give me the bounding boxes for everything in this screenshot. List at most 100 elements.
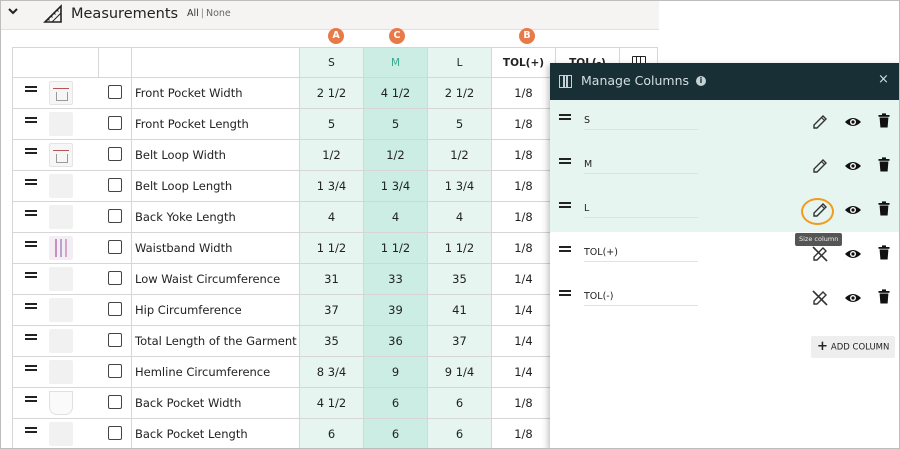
value-m[interactable]: 33 bbox=[363, 263, 428, 295]
column-name-field[interactable]: TOL(-) bbox=[584, 288, 698, 306]
value-tol-plus[interactable]: 1/8 bbox=[491, 170, 556, 202]
value-tol-plus[interactable]: 1/4 bbox=[491, 356, 556, 388]
drag-handle-icon[interactable] bbox=[559, 202, 571, 204]
header-l[interactable]: L bbox=[427, 47, 492, 78]
value-m[interactable]: 1 3/4 bbox=[363, 170, 428, 202]
value-tol-plus[interactable]: 1/8 bbox=[491, 77, 556, 109]
value-l[interactable]: 5 bbox=[427, 108, 492, 140]
value-s[interactable]: 1 3/4 bbox=[299, 170, 364, 202]
drag-handle-icon[interactable] bbox=[25, 365, 37, 367]
size-column-off-icon[interactable] bbox=[810, 288, 830, 308]
row-checkbox[interactable] bbox=[107, 84, 122, 99]
drag-handle-icon[interactable] bbox=[25, 179, 37, 181]
value-m[interactable]: 4 1/2 bbox=[363, 77, 428, 109]
drag-handle-icon[interactable] bbox=[25, 117, 37, 119]
value-s[interactable]: 5 bbox=[299, 108, 364, 140]
value-l[interactable]: 1/2 bbox=[427, 139, 492, 171]
row-checkbox[interactable] bbox=[107, 146, 122, 161]
value-m[interactable]: 1/2 bbox=[363, 139, 428, 171]
value-tol-plus[interactable]: 1/4 bbox=[491, 263, 556, 295]
value-l[interactable]: 9 1/4 bbox=[427, 356, 492, 388]
value-m[interactable]: 39 bbox=[363, 294, 428, 326]
row-checkbox[interactable] bbox=[107, 394, 122, 409]
delete-icon[interactable] bbox=[878, 245, 890, 260]
drag-handle-icon[interactable] bbox=[25, 334, 37, 336]
value-tol-plus[interactable]: 1/4 bbox=[491, 294, 556, 326]
drag-handle-icon[interactable] bbox=[559, 114, 571, 116]
value-m[interactable]: 5 bbox=[363, 108, 428, 140]
value-l[interactable]: 2 1/2 bbox=[427, 77, 492, 109]
visibility-icon[interactable] bbox=[844, 158, 862, 174]
size-column-off-icon[interactable] bbox=[810, 244, 830, 264]
drag-handle-icon[interactable] bbox=[25, 241, 37, 243]
drag-handle-icon[interactable] bbox=[559, 290, 571, 292]
value-s[interactable]: 8 3/4 bbox=[299, 356, 364, 388]
delete-icon[interactable] bbox=[878, 113, 890, 128]
value-tol-plus[interactable]: 1/8 bbox=[491, 387, 556, 419]
value-s[interactable]: 4 1/2 bbox=[299, 387, 364, 419]
value-l[interactable]: 6 bbox=[427, 387, 492, 419]
value-tol-plus[interactable]: 1/8 bbox=[491, 232, 556, 264]
drag-handle-icon[interactable] bbox=[25, 148, 37, 150]
drag-handle-icon[interactable] bbox=[25, 303, 37, 305]
value-l[interactable]: 6 bbox=[427, 418, 492, 448]
drag-handle-icon[interactable] bbox=[25, 396, 37, 398]
add-column-button[interactable]: + ADD COLUMN bbox=[811, 336, 895, 358]
visibility-icon[interactable] bbox=[844, 290, 862, 306]
header-m[interactable]: M bbox=[363, 47, 428, 78]
row-checkbox[interactable] bbox=[107, 115, 122, 130]
value-m[interactable]: 6 bbox=[363, 387, 428, 419]
select-none-link[interactable]: None bbox=[206, 8, 231, 19]
delete-icon[interactable] bbox=[878, 157, 890, 172]
value-tol-plus[interactable]: 1/8 bbox=[491, 418, 556, 448]
close-icon[interactable]: × bbox=[878, 72, 889, 88]
delete-icon[interactable] bbox=[878, 289, 890, 304]
value-s[interactable]: 1 1/2 bbox=[299, 232, 364, 264]
header-tol-plus[interactable]: TOL(+) bbox=[491, 47, 556, 78]
chevron-down-icon[interactable] bbox=[7, 4, 19, 24]
value-m[interactable]: 9 bbox=[363, 356, 428, 388]
value-s[interactable]: 31 bbox=[299, 263, 364, 295]
column-name-field[interactable]: S bbox=[584, 112, 698, 130]
value-l[interactable]: 41 bbox=[427, 294, 492, 326]
value-tol-plus[interactable]: 1/8 bbox=[491, 108, 556, 140]
value-m[interactable]: 6 bbox=[363, 418, 428, 448]
value-tol-plus[interactable]: 1/4 bbox=[491, 325, 556, 357]
row-checkbox[interactable] bbox=[107, 363, 122, 378]
value-l[interactable]: 35 bbox=[427, 263, 492, 295]
value-s[interactable]: 1/2 bbox=[299, 139, 364, 171]
value-l[interactable]: 1 1/2 bbox=[427, 232, 492, 264]
value-m[interactable]: 4 bbox=[363, 201, 428, 233]
row-checkbox[interactable] bbox=[107, 301, 122, 316]
info-icon[interactable]: i bbox=[696, 76, 706, 86]
visibility-icon[interactable] bbox=[844, 246, 862, 262]
drag-handle-icon[interactable] bbox=[25, 272, 37, 274]
value-tol-plus[interactable]: 1/8 bbox=[491, 201, 556, 233]
row-checkbox[interactable] bbox=[107, 177, 122, 192]
size-column-icon[interactable] bbox=[810, 156, 830, 176]
row-checkbox[interactable] bbox=[107, 425, 122, 440]
value-m[interactable]: 36 bbox=[363, 325, 428, 357]
value-s[interactable]: 6 bbox=[299, 418, 364, 448]
value-s[interactable]: 2 1/2 bbox=[299, 77, 364, 109]
drag-handle-icon[interactable] bbox=[559, 246, 571, 248]
value-l[interactable]: 4 bbox=[427, 201, 492, 233]
value-m[interactable]: 1 1/2 bbox=[363, 232, 428, 264]
select-all-link[interactable]: All bbox=[187, 8, 199, 19]
size-column-icon[interactable] bbox=[810, 112, 830, 132]
column-name-field[interactable]: TOL(+) bbox=[584, 244, 698, 262]
value-tol-plus[interactable]: 1/8 bbox=[491, 139, 556, 171]
header-s[interactable]: S bbox=[299, 47, 364, 78]
value-l[interactable]: 37 bbox=[427, 325, 492, 357]
drag-handle-icon[interactable] bbox=[25, 427, 37, 429]
row-checkbox[interactable] bbox=[107, 239, 122, 254]
delete-icon[interactable] bbox=[878, 201, 890, 216]
value-l[interactable]: 1 3/4 bbox=[427, 170, 492, 202]
row-checkbox[interactable] bbox=[107, 208, 122, 223]
row-checkbox[interactable] bbox=[107, 332, 122, 347]
row-checkbox[interactable] bbox=[107, 270, 122, 285]
drag-handle-icon[interactable] bbox=[559, 158, 571, 160]
visibility-icon[interactable] bbox=[844, 202, 862, 218]
drag-handle-icon[interactable] bbox=[25, 86, 37, 88]
column-name-field[interactable]: M bbox=[584, 156, 698, 174]
